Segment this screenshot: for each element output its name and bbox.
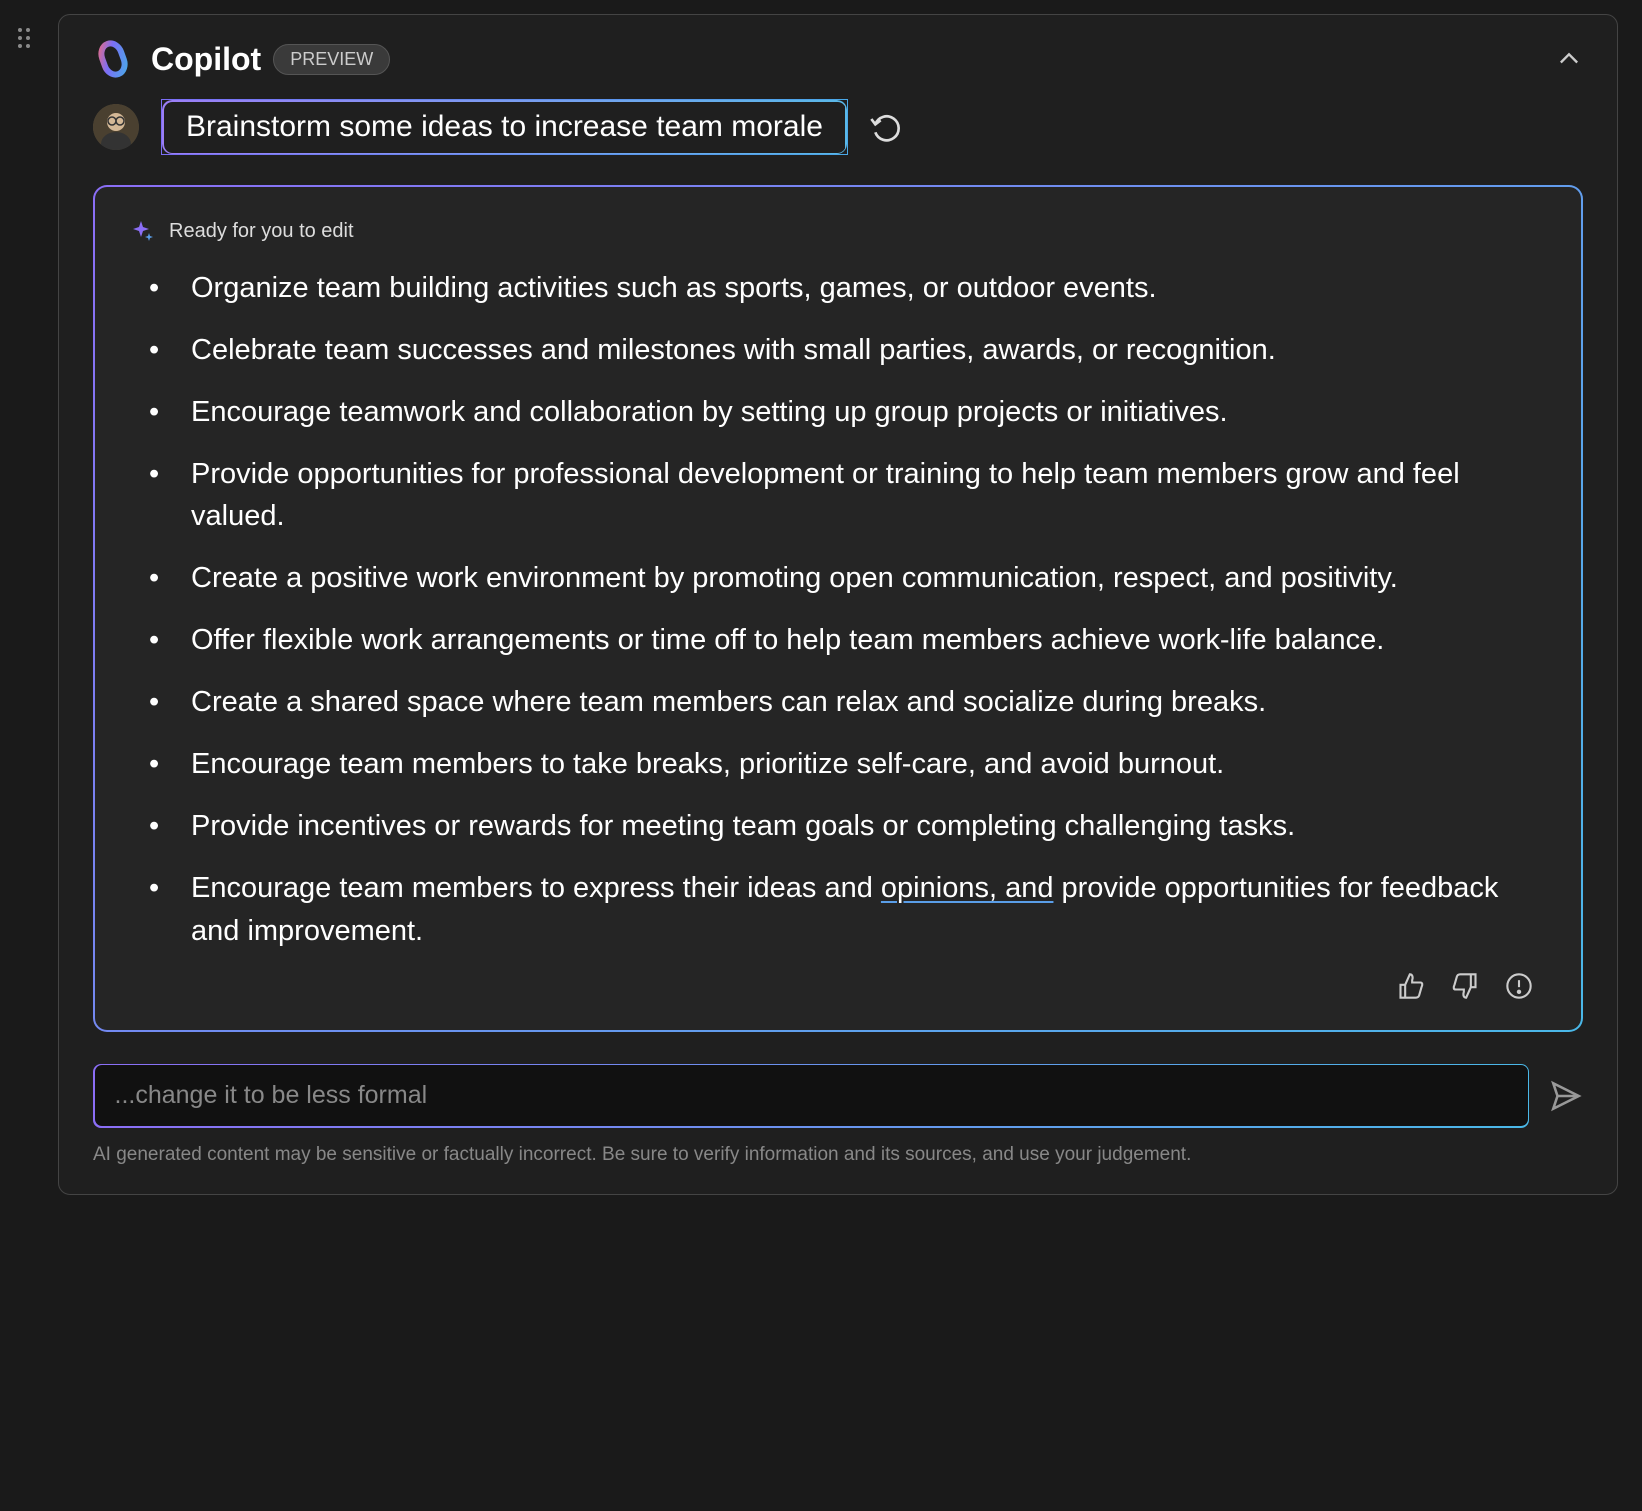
undo-icon[interactable] — [870, 111, 902, 143]
list-item[interactable]: Organize team building activities such a… — [149, 267, 1545, 309]
drag-dot — [26, 44, 30, 48]
copilot-panel: Copilot PREVIEW Brainstorm some ideas to… — [58, 14, 1618, 1195]
list-item[interactable]: Celebrate team successes and milestones … — [149, 329, 1545, 371]
list-item[interactable]: Encourage teamwork and collaboration by … — [149, 391, 1545, 433]
thumbs-up-icon[interactable] — [1397, 972, 1425, 1000]
copilot-logo-icon — [93, 39, 133, 79]
list-item[interactable]: Provide opportunities for professional d… — [149, 453, 1545, 537]
list-item[interactable]: Offer flexible work arrangements or time… — [149, 619, 1545, 661]
drag-dot — [18, 44, 22, 48]
status-text: Ready for you to edit — [169, 220, 354, 243]
thumbs-down-icon[interactable] — [1451, 972, 1479, 1000]
list-item[interactable]: Create a shared space where team members… — [149, 681, 1545, 723]
list-item-text: Encourage team members to express their … — [191, 872, 881, 904]
report-icon[interactable] — [1505, 972, 1533, 1000]
response-card: Ready for you to edit Organize team buil… — [93, 185, 1583, 1032]
drag-dot — [26, 28, 30, 32]
input-row — [59, 1064, 1617, 1144]
sparkle-icon — [131, 219, 155, 243]
list-item[interactable]: Provide incentives or rewards for meetin… — [149, 805, 1545, 847]
drag-handle[interactable] — [18, 28, 30, 48]
collapse-icon[interactable] — [1555, 45, 1583, 73]
prompt-pill[interactable]: Brainstorm some ideas to increase team m… — [161, 99, 848, 155]
input-wrapper — [93, 1064, 1529, 1128]
drag-dot — [18, 36, 22, 40]
response-list: Organize team building activities such a… — [131, 267, 1545, 952]
grammar-suggestion[interactable]: opinions, and — [881, 872, 1054, 904]
status-row: Ready for you to edit — [131, 219, 1545, 243]
list-item[interactable]: Create a positive work environment by pr… — [149, 557, 1545, 599]
copilot-title: Copilot — [151, 41, 261, 78]
prompt-input[interactable] — [95, 1065, 1528, 1126]
list-item[interactable]: Encourage team members to take breaks, p… — [149, 743, 1545, 785]
drag-dot — [18, 28, 22, 32]
list-item[interactable]: Encourage team members to express their … — [149, 867, 1545, 951]
user-avatar — [93, 104, 139, 150]
prompt-text: Brainstorm some ideas to increase team m… — [186, 110, 823, 143]
disclaimer-text: AI generated content may be sensitive or… — [59, 1144, 1617, 1194]
send-icon[interactable] — [1549, 1079, 1583, 1113]
panel-header: Copilot PREVIEW — [59, 15, 1617, 99]
prompt-row: Brainstorm some ideas to increase team m… — [59, 99, 1617, 185]
preview-badge: PREVIEW — [273, 44, 390, 75]
drag-dot — [26, 36, 30, 40]
feedback-row — [131, 972, 1545, 1000]
response-inner: Ready for you to edit Organize team buil… — [95, 187, 1581, 1030]
